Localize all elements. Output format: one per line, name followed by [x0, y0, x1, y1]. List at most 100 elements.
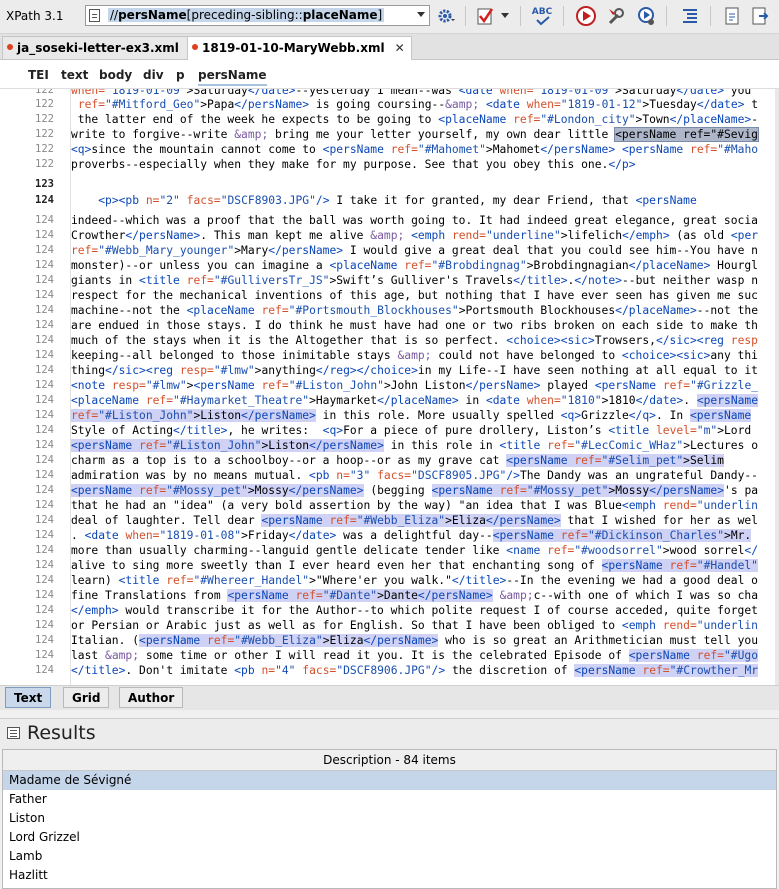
wrench-icon	[608, 8, 624, 25]
code-text: giants in <title ref="#GulliversTr_JS">S…	[71, 274, 758, 287]
code-line[interactable]: 124 Crowther</persName>. This man kept me…	[0, 228, 779, 243]
results-title: Results	[27, 722, 96, 744]
code-line[interactable]: 124 monster)--or unless you can imagine a…	[0, 258, 779, 273]
code-line[interactable]: 122 <q>since the mountain cannot come to …	[0, 142, 779, 157]
code-line[interactable]: 124 <persName ref="#Mossy_pet">Mossy</per…	[0, 483, 779, 498]
mode-grid-button[interactable]: Grid	[63, 687, 110, 708]
spell-check-button[interactable]: ABC	[530, 4, 554, 28]
line-number: 124	[35, 394, 54, 406]
breadcrumb-body[interactable]: body	[99, 68, 132, 82]
result-row[interactable]: Liston	[3, 809, 776, 828]
code-line[interactable]: 124 <persName ref="#Liston_John">Liston</…	[0, 438, 779, 453]
code-line[interactable]: 124 learn) <title ref="#Whereer_Handel">"…	[0, 573, 779, 588]
code-line[interactable]: 124 indeed--which was a proof that the ba…	[0, 213, 779, 228]
breadcrumb-div[interactable]: div	[143, 68, 164, 82]
validate-button[interactable]	[473, 4, 497, 28]
code-line[interactable]: 124 last &amp; some time or other I will …	[0, 648, 779, 663]
validate-dropdown[interactable]	[498, 4, 512, 28]
code-text: <persName ref="#Liston_John">Liston</per…	[71, 439, 759, 452]
code-text: ref="#Liston_John">Liston</persName> in …	[71, 409, 752, 422]
breadcrumb-p[interactable]: p	[176, 68, 185, 82]
code-line[interactable]: 122 the latter end of the week he expect…	[0, 112, 779, 127]
code-line[interactable]: 124 admiration was by no means mutual. <p…	[0, 468, 779, 483]
code-text: </title>. Don't imitate <pb n="4" facs="…	[71, 664, 759, 677]
code-line[interactable]: 124 </emph> would transcribe it for the A…	[0, 603, 779, 618]
code-line[interactable]: 124 . <date when="1819-01-08">Friday</dat…	[0, 528, 779, 543]
document-export-button[interactable]	[748, 4, 772, 28]
code-line[interactable]: 124 are endued in those stays. I do think…	[0, 318, 779, 333]
code-line[interactable]: 124 charm as a top is to a schoolboy--or …	[0, 453, 779, 468]
code-line[interactable]: 122 write to forgive--write &amp; bring m…	[0, 127, 779, 142]
code-text: or Persian or Arabic just as well as for…	[71, 619, 758, 632]
tab-1819-01-10-marywebb[interactable]: 1819-01-10-MaryWebb.xml ✕	[187, 36, 412, 60]
line-number: 124	[35, 379, 54, 391]
line-number: 124	[35, 529, 54, 541]
line-number: 122	[35, 158, 54, 170]
format-indent-button[interactable]	[678, 4, 702, 28]
chevron-down-icon[interactable]	[417, 12, 425, 17]
code-line[interactable]: 123	[0, 177, 779, 192]
xpath-expression[interactable]: //persName[preceding-sibling::placeName]	[108, 8, 385, 22]
code-line[interactable]: 122 ref="#Mitford_Geo">Papa</persName> i…	[0, 97, 779, 112]
code-text: fine Translations from <persName ref="#D…	[71, 589, 759, 602]
code-line[interactable]: 124 thing</sic><reg resp="#lmw">anything<…	[0, 363, 779, 378]
breadcrumb-persname[interactable]: persName	[198, 68, 267, 86]
result-row[interactable]: Hazlitt	[3, 866, 776, 885]
code-text: Italian. (<persName ref="#Webb_Eliza">El…	[71, 634, 758, 647]
code-line[interactable]: 124 </title>. Don't imitate <pb n="4" fac…	[0, 663, 779, 678]
document-tool-button[interactable]	[720, 4, 744, 28]
code-line[interactable]: 124 respect for the mechanical inventions…	[0, 288, 779, 303]
code-line[interactable]: 124 deal of laughter. Tell dear <persName…	[0, 513, 779, 528]
breadcrumb-text[interactable]: text	[61, 68, 88, 82]
code-text: <note resp="#lmw"><persName ref="#Liston…	[71, 379, 759, 392]
code-line[interactable]: 124 <p><pb n="2" facs="DSCF8903.JPG"/> I…	[0, 193, 779, 208]
close-icon[interactable]: ✕	[395, 41, 405, 55]
code-line[interactable]: 124 <note resp="#lmw"><persName ref="#Lis…	[0, 378, 779, 393]
code-line[interactable]: 124 giants in <title ref="#GulliversTr_JS…	[0, 273, 779, 288]
editor-tabs: ja_soseki-letter-ex3.xml✕ 1819-01-10-Mar…	[0, 34, 779, 60]
line-number: 122	[35, 98, 54, 110]
code-line[interactable]: 122 proverbs--especially when they make f…	[0, 157, 779, 172]
code-line[interactable]: 124 that he had an "idea" (a very bold as…	[0, 498, 779, 513]
xpath-version-label[interactable]: XPath 3.1	[6, 9, 63, 23]
line-number: 124	[35, 229, 54, 241]
code-line[interactable]: 124 Style of Acting</title>, he writes: <…	[0, 423, 779, 438]
code-line[interactable]: 124 machine--not the <placeName ref="#Por…	[0, 303, 779, 318]
configure-transformation-button[interactable]	[604, 4, 628, 28]
code-line[interactable]: 124 fine Translations from <persName ref=…	[0, 588, 779, 603]
line-number: 124	[35, 454, 54, 466]
line-number: 124	[35, 304, 54, 316]
result-row[interactable]: Lamb	[3, 847, 776, 866]
code-line[interactable]: 124 alive to sing more sweetly than I eve…	[0, 558, 779, 573]
code-line[interactable]: 124 <placeName ref="#Haymarket_Theatre">H…	[0, 393, 779, 408]
line-number: 124	[35, 484, 54, 496]
code-line[interactable]: 124 more than usually charming--languid g…	[0, 543, 779, 558]
code-line[interactable]: 124 or Persian or Arabic just as well as …	[0, 618, 779, 633]
xpath-settings-button[interactable]	[434, 4, 458, 28]
line-number: 124	[35, 574, 54, 586]
result-row[interactable]: Lord Grizzel	[3, 828, 776, 847]
code-editor[interactable]: 122 when="1819-01-09">Saturday</date>--ye…	[0, 89, 779, 685]
tab-ja-soseki-letter[interactable]: ja_soseki-letter-ex3.xml✕	[2, 36, 206, 59]
code-text: write to forgive--write &amp; bring me y…	[71, 127, 759, 142]
xpath-input[interactable]: //persName[preceding-sibling::placeName]	[85, 5, 430, 26]
code-text: proverbs--especially when they make for …	[71, 158, 636, 171]
breadcrumb-tei[interactable]: TEI	[28, 68, 49, 82]
debug-button[interactable]	[634, 4, 658, 28]
code-text: <q>since the mountain cannot come to <pe…	[71, 143, 759, 156]
mode-author-button[interactable]: Author	[119, 687, 184, 708]
code-line[interactable]: 124 ref="#Liston_John">Liston</persName> …	[0, 408, 779, 423]
editor-scrollbar[interactable]	[775, 89, 779, 685]
result-row[interactable]: Father	[3, 790, 776, 809]
line-number: 124	[35, 604, 54, 616]
mode-text-button[interactable]: Text	[5, 687, 52, 708]
code-line[interactable]: 124 keeping--all belonged to those inimit…	[0, 348, 779, 363]
results-column-header[interactable]: Description - 84 items	[3, 750, 776, 771]
code-line[interactable]: 124 Italian. (<persName ref="#Webb_Eliza"…	[0, 633, 779, 648]
apply-transformation-button[interactable]	[574, 4, 598, 28]
result-row[interactable]: Madame de Sévigné	[3, 771, 776, 790]
line-number: 124	[35, 664, 54, 676]
code-text: monster)--or unless you can imagine a <p…	[71, 259, 758, 272]
code-line[interactable]: 124 much of the stays when it is the Alto…	[0, 333, 779, 348]
code-line[interactable]: 124 ref="#Webb_Mary_younger">Mary</persNa…	[0, 243, 779, 258]
